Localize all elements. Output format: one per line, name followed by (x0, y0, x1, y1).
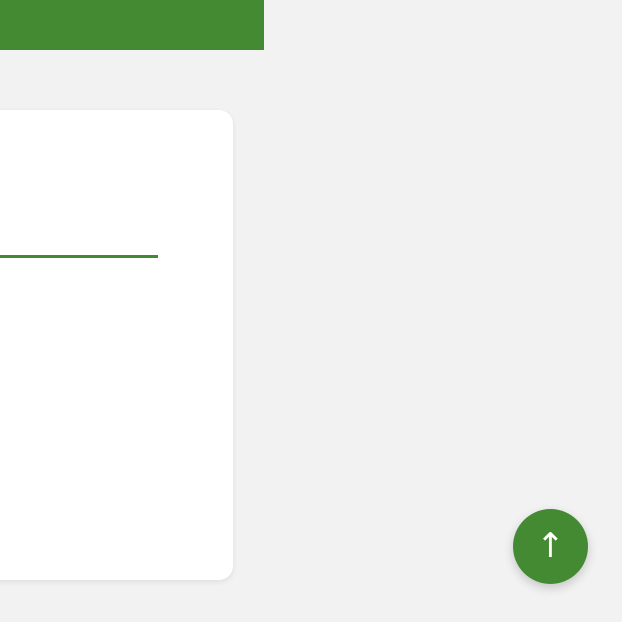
content-card (0, 110, 233, 580)
card-divider (0, 255, 158, 258)
scroll-to-top-button[interactable]: ↑ (513, 509, 588, 584)
top-banner (0, 0, 264, 50)
arrow-up-icon: ↑ (536, 525, 565, 566)
page: ↑ (0, 0, 622, 622)
